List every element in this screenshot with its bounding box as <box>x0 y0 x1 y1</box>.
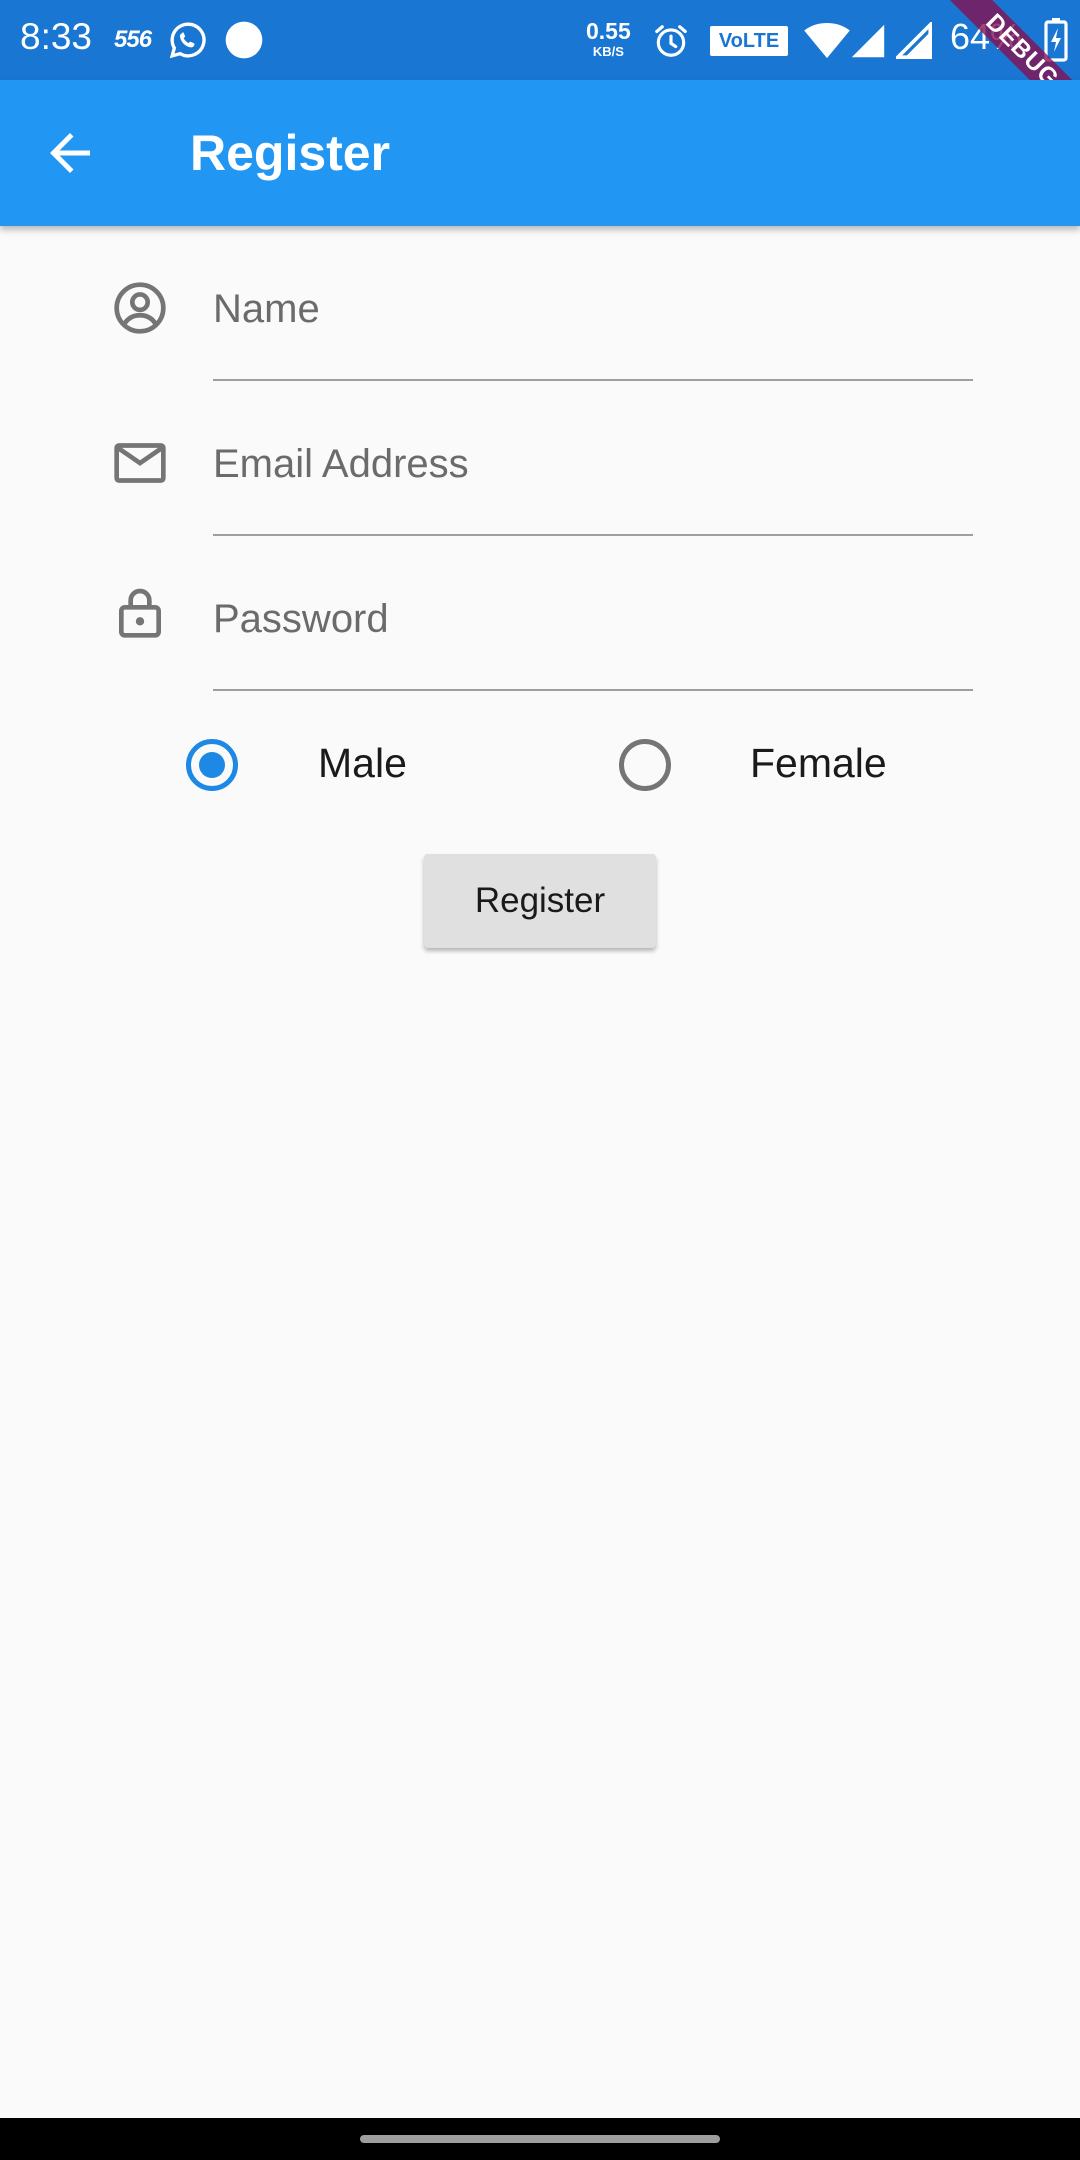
account-circle-icon <box>114 282 166 334</box>
radio-male-label[interactable]: Male <box>318 740 407 787</box>
wifi-icon <box>804 22 850 59</box>
register-button[interactable]: Register <box>424 854 656 948</box>
email-input[interactable] <box>213 429 973 499</box>
password-underline <box>213 689 973 691</box>
radio-female[interactable] <box>619 739 671 791</box>
notification-dot-icon <box>225 21 263 59</box>
carrier-badge: 556 <box>114 26 152 53</box>
alarm-icon <box>655 25 687 57</box>
app-bar: Register <box>0 80 1080 226</box>
signal-icon <box>851 24 885 58</box>
email-underline <box>213 534 973 536</box>
radio-female-label[interactable]: Female <box>750 740 887 787</box>
page-title: Register <box>190 125 391 181</box>
name-underline <box>213 379 973 381</box>
lock-icon <box>119 588 161 638</box>
status-time: 8:33 <box>20 16 93 57</box>
arrow-back-icon[interactable] <box>40 123 100 183</box>
home-gesture-handle[interactable] <box>360 2135 720 2143</box>
email-field <box>0 421 1080 571</box>
status-bar: 8:33 556 0.55 KB/S VoLTE 64% DEBUG <box>0 0 1080 147</box>
name-field <box>0 266 1080 416</box>
navigation-bar <box>0 2118 1080 2160</box>
net-speed: 0.55 KB/S <box>586 18 631 59</box>
whatsapp-icon <box>169 22 206 59</box>
name-input[interactable] <box>213 274 973 344</box>
password-field <box>0 576 1080 726</box>
net-speed-unit: KB/S <box>592 44 624 59</box>
net-speed-value: 0.55 <box>586 18 631 44</box>
volte-badge: VoLTE <box>710 26 788 56</box>
radio-male[interactable] <box>186 739 238 791</box>
signal-icon <box>896 22 932 59</box>
mail-icon <box>114 443 166 483</box>
password-input[interactable] <box>213 584 973 654</box>
